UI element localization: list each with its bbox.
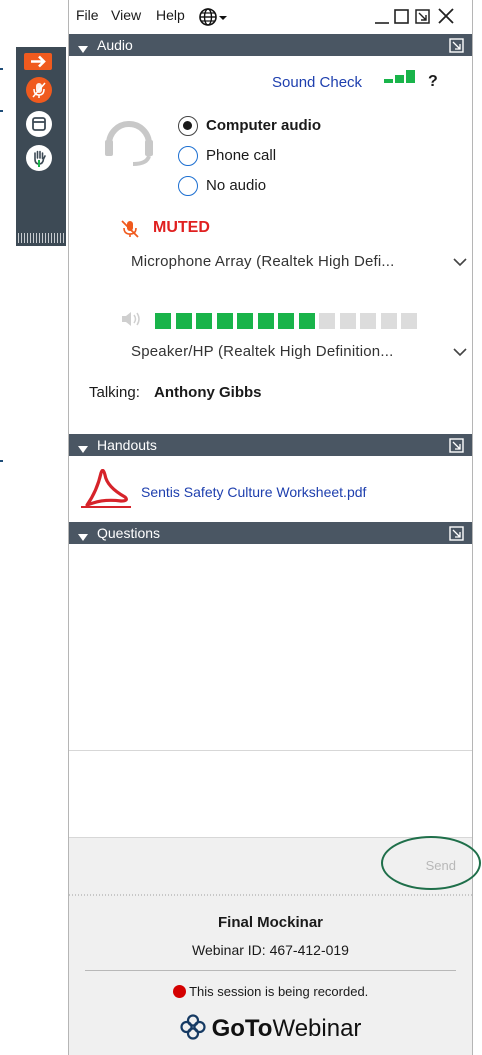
menu-bar: File View Help — [69, 0, 472, 33]
level-bar — [196, 313, 212, 329]
talking-label: Talking: — [89, 384, 140, 401]
headset-icon — [99, 110, 159, 175]
option-no-audio-label: No audio — [206, 177, 267, 194]
webinar-id: Webinar ID: 467-412-019 — [192, 942, 349, 958]
audio-header-title: Audio — [97, 37, 133, 53]
handout-link[interactable]: Sentis Safety Culture Worksheet.pdf — [141, 484, 366, 500]
level-bar — [237, 313, 253, 329]
logo-webinar: Webinar — [272, 1015, 362, 1042]
question-input[interactable] — [69, 751, 472, 837]
edge-marker — [0, 460, 3, 462]
chevron-down-icon — [452, 345, 468, 363]
logo-goto: GoTo — [211, 1015, 273, 1042]
recording-dot-icon — [172, 985, 186, 998]
audio-section-header[interactable]: Audio — [69, 34, 472, 56]
microphone-select-value: Microphone Array (Realtek High Defi... — [131, 253, 395, 270]
pdf-icon — [81, 468, 131, 514]
gotowebinar-control-window: File View Help Audio Sound Check ? Compu… — [68, 0, 473, 1055]
menu-help[interactable]: Help — [156, 7, 185, 23]
level-bar — [380, 313, 397, 329]
handouts-header-title: Handouts — [97, 437, 157, 453]
recording-notice-text: This session is being recorded. — [189, 984, 369, 999]
level-bar — [216, 313, 233, 329]
level-bar — [401, 313, 417, 329]
menu-file[interactable]: File — [76, 7, 99, 23]
radio-computer-audio[interactable] — [178, 116, 198, 136]
maximize-icon[interactable] — [393, 6, 411, 31]
collapse-triangle-icon — [78, 441, 88, 457]
talking-name: Anthony Gibbs — [154, 384, 262, 401]
flower-logo-icon — [179, 1014, 206, 1047]
handouts-section-header[interactable]: Handouts — [69, 434, 472, 456]
questions-header-title: Questions — [97, 525, 161, 541]
highlight-circle — [381, 836, 481, 890]
level-bar — [257, 313, 274, 329]
language-globe-icon[interactable] — [199, 7, 229, 32]
edge-marker — [0, 110, 3, 112]
handout-item[interactable]: Sentis Safety Culture Worksheet.pdf — [81, 467, 461, 511]
recording-notice: This session is being recorded. — [69, 984, 472, 999]
level-bar — [175, 313, 192, 329]
questions-section-header[interactable]: Questions — [69, 522, 472, 544]
speaker-select[interactable]: Speaker/HP (Realtek High Definition... — [120, 337, 472, 367]
popout-icon[interactable] — [414, 6, 432, 31]
raise-hand-icon[interactable] — [26, 145, 52, 171]
webinar-info-footer: Final Mockinar Webinar ID: 467-412-019 T… — [69, 896, 472, 1055]
level-bar — [278, 313, 294, 329]
level-bar — [298, 313, 315, 329]
close-icon[interactable] — [437, 6, 455, 31]
level-bar — [360, 313, 376, 329]
level-bar — [339, 313, 356, 329]
sound-check-link[interactable]: Sound Check — [272, 74, 362, 91]
speaker-level-meter — [155, 313, 422, 334]
webinar-title: Final Mockinar — [217, 914, 324, 931]
option-phone-call-label: Phone call — [206, 147, 277, 164]
window-view-icon[interactable] — [26, 111, 52, 137]
control-panel-toolbar — [16, 47, 66, 246]
radio-no-audio[interactable] — [178, 176, 198, 196]
level-bar — [155, 313, 171, 329]
level-bar — [319, 313, 335, 329]
toolbar-grip[interactable] — [18, 233, 64, 243]
collapse-triangle-icon — [78, 529, 88, 545]
popout-section-icon[interactable] — [449, 38, 464, 56]
collapse-arrow-icon[interactable] — [24, 53, 52, 70]
speaker-select-value: Speaker/HP (Realtek High Definition... — [131, 343, 394, 360]
chevron-down-icon — [452, 255, 468, 273]
collapse-triangle-icon — [78, 41, 88, 57]
microphone-muted-icon[interactable] — [26, 77, 52, 103]
gotowebinar-logo: GoToWebinar — [69, 1014, 472, 1047]
minimize-icon[interactable] — [373, 6, 391, 31]
popout-section-icon[interactable] — [449, 438, 464, 456]
option-computer-audio-label: Computer audio — [206, 117, 321, 134]
signal-strength-icon — [384, 68, 420, 93]
microphone-select[interactable]: Microphone Array (Realtek High Defi... — [120, 247, 472, 277]
speaker-volume-icon — [120, 309, 146, 334]
mic-muted-icon[interactable] — [119, 218, 141, 245]
edge-marker — [0, 68, 3, 70]
muted-status: MUTED — [153, 219, 210, 236]
questions-log[interactable] — [69, 545, 472, 750]
popout-section-icon[interactable] — [449, 526, 464, 544]
menu-view[interactable]: View — [111, 7, 141, 23]
help-icon[interactable]: ? — [428, 73, 438, 91]
radio-phone-call[interactable] — [178, 146, 198, 166]
footer-divider — [85, 970, 456, 971]
